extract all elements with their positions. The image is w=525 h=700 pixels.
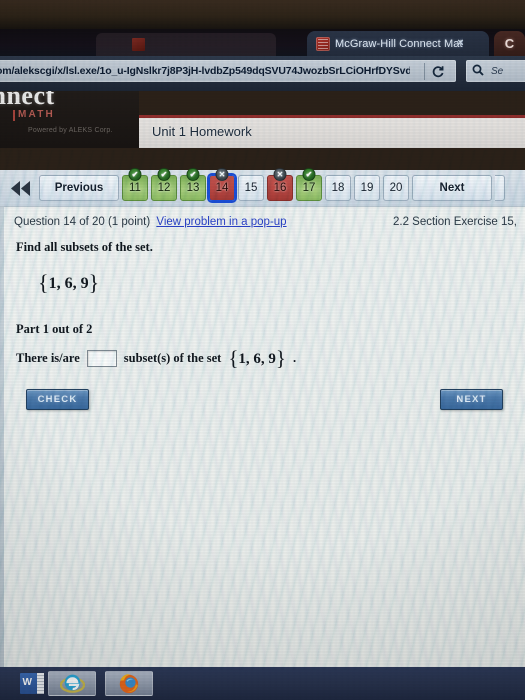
set-close-brace: } [88,270,100,295]
question-prompt: Find all subsets of the set. [16,240,153,254]
answer-sentence: There is/are subset(s) of the set {1, 6,… [16,346,296,371]
page-content: onnect MATH Powered by ALEKS Corp. Unit … [0,91,525,667]
close-icon[interactable]: × [454,36,467,51]
previous-button[interactable]: Previous [39,175,119,201]
nav-overflow-edge[interactable] [495,175,505,201]
question-header: Question 14 of 20 (1 point) View problem… [14,216,517,232]
question-button-label: 14 [215,182,229,194]
answer-period: . [293,351,297,365]
search-placeholder: Se [491,66,504,77]
question-button-13[interactable]: ✔ 13 [180,168,206,201]
search-box[interactable]: Se [466,60,525,82]
question-meta: Question 14 of 20 (1 point) [14,216,151,228]
incorrect-badge-icon: ✕ [273,168,287,181]
browser-tab-partial[interactable]: C [494,31,525,57]
answer-input[interactable] [86,350,117,367]
question-button-label: 17 [302,182,316,194]
answer-set-elements: 1, 6, 9 [238,351,276,367]
question-button-label: 11 [129,182,141,194]
section-exercise-label: 2.2 Section Exercise 15, [392,216,517,228]
address-bar[interactable]: om/alekscgi/x/lsl.exe/1o_u-IgNslkr7j8P3j… [0,60,456,82]
answer-set-open-brace: { [228,346,239,370]
browser-tabstrip: McGraw-Hill Connect Math × C [0,29,525,57]
question-navigation-bar: Previous ✔ 11 ✔ 12 ✔ 13 ✕ 14 15 ✕ 16 ✔ 17 18 19 20 Next [0,168,525,206]
view-popup-link[interactable]: View problem in a pop-up [156,216,286,228]
question-button-11[interactable]: ✔ 11 [122,168,148,201]
unit-tab[interactable]: Unit 1 Homework [139,115,525,148]
reload-icon [432,66,444,78]
set-elements: 1, 6, 9 [48,275,89,292]
question-button-12[interactable]: ✔ 12 [151,168,177,201]
math-subbrand: MATH [13,109,55,121]
browser-navbar: om/alekscgi/x/lsl.exe/1o_u-IgNslkr7j8P3j… [0,56,525,91]
browser-tab-title: McGraw-Hill Connect Math [335,38,463,50]
question-button-group: ✔ 11 ✔ 12 ✔ 13 ✕ 14 15 ✕ 16 ✔ 17 18 19 20 [122,168,409,201]
check-button[interactable]: CHECK [26,389,89,410]
correct-badge-icon: ✔ [302,168,316,181]
windows-taskbar [0,667,525,700]
question-button-label: 19 [360,182,374,194]
question-set-display: {1, 6, 9} [38,270,99,296]
question-button-label: 16 [273,182,287,194]
next-question-button[interactable]: Next [412,175,492,201]
word-icon [19,673,44,694]
powered-by-aleks: Powered by ALEKS Corp. [28,127,113,134]
search-icon [472,64,484,76]
next-button[interactable]: NEXT [440,389,503,410]
question-button-label: 12 [157,182,171,194]
correct-badge-icon: ✔ [128,168,142,181]
answer-suffix-text: subset(s) of the set [123,351,222,365]
question-button-label: 18 [331,182,345,194]
question-button-18[interactable]: 18 [325,175,351,201]
set-open-brace: { [38,270,49,295]
correct-badge-icon: ✔ [186,168,200,181]
monitor-bezel-top [0,0,525,29]
connect-wordmark: onnect [0,91,55,110]
correct-badge-icon: ✔ [157,168,171,181]
mcgraw-hill-favicon-icon [316,37,330,51]
answer-prefix-text: There is/are [16,351,80,365]
question-button-14[interactable]: ✕ 14 [209,168,235,201]
browser-chrome: McGraw-Hill Connect Math × C om/alekscgi… [0,29,525,91]
favicon-icon [132,38,145,51]
taskbar-item-internet-explorer[interactable] [48,671,96,696]
question-button-19[interactable]: 19 [354,175,380,201]
part-indicator: Part 1 out of 2 [16,322,93,336]
incorrect-badge-icon: ✕ [215,168,229,181]
question-button-15[interactable]: 15 [238,175,264,201]
internet-explorer-icon [59,674,85,693]
taskbar-item-microsoft-word[interactable] [17,672,44,696]
taskbar-item-firefox[interactable] [105,671,153,696]
reload-button[interactable] [424,63,450,80]
question-button-label: 20 [389,182,403,194]
question-button-20[interactable]: 20 [383,175,409,201]
question-button-label: 15 [244,182,258,194]
double-left-arrow-icon [11,180,30,196]
screen-photo: McGraw-Hill Connect Math × C om/alekscgi… [0,0,525,700]
browser-tab-partial-label: C [504,36,515,51]
firefox-icon [119,674,139,694]
question-button-17[interactable]: ✔ 17 [296,168,322,201]
question-button-label: 13 [186,182,200,194]
rewind-button[interactable] [6,175,36,201]
answer-set-display: {1, 6, 9} [228,346,286,371]
answer-set-close-brace: } [275,346,287,370]
question-panel: Question 14 of 20 (1 point) View problem… [0,206,525,667]
url-text: om/alekscgi/x/lsl.exe/1o_u-IgNslkr7j8P3j… [0,65,410,77]
unit-tab-label: Unit 1 Homework [152,124,252,139]
browser-tab-active[interactable]: McGraw-Hill Connect Math × [307,31,489,57]
site-logo-panel: onnect MATH Powered by ALEKS Corp. [0,91,139,148]
question-button-16[interactable]: ✕ 16 [267,168,293,201]
browser-tab-inactive[interactable] [96,33,276,56]
